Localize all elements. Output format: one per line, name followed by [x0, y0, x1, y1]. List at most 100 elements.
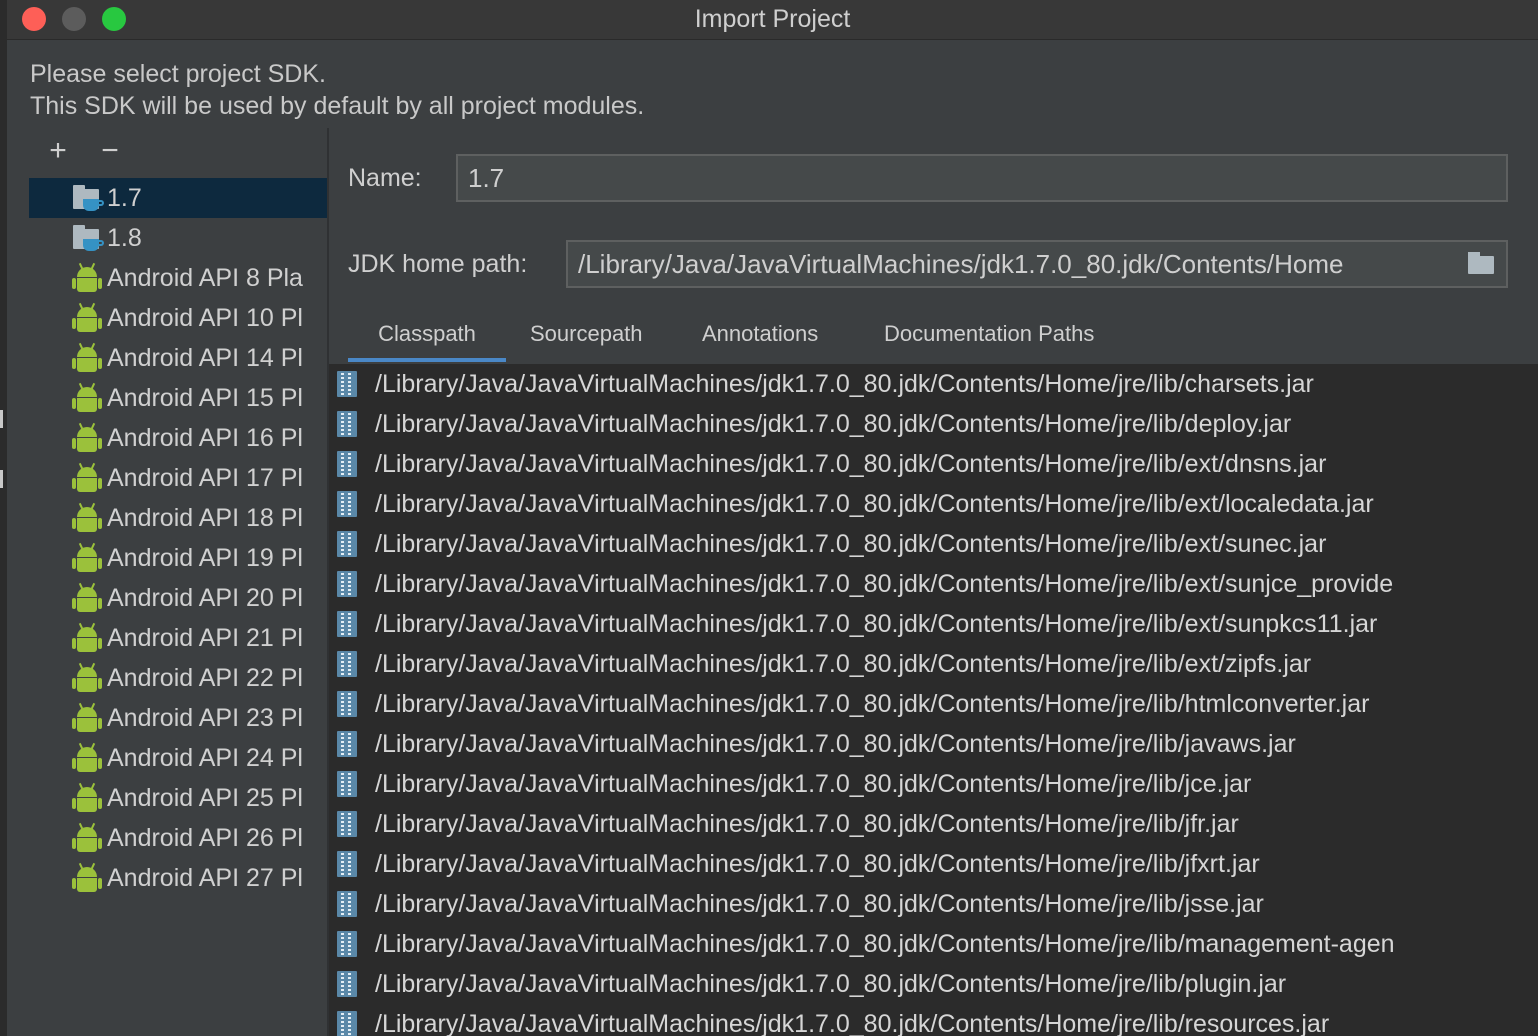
classpath-path: /Library/Java/JavaVirtualMachines/jdk1.7… — [375, 369, 1314, 398]
classpath-path: /Library/Java/JavaVirtualMachines/jdk1.7… — [375, 1009, 1330, 1036]
jar-archive-icon — [337, 811, 357, 837]
classpath-row[interactable]: /Library/Java/JavaVirtualMachines/jdk1.7… — [329, 844, 1538, 884]
classpath-row[interactable]: /Library/Java/JavaVirtualMachines/jdk1.7… — [329, 884, 1538, 924]
sdk-list-item-label: 1.7 — [107, 183, 142, 212]
classpath-row[interactable]: /Library/Java/JavaVirtualMachines/jdk1.7… — [329, 524, 1538, 564]
jar-archive-icon — [337, 891, 357, 917]
jar-archive-icon — [337, 731, 357, 757]
title-bar: Import Project — [7, 0, 1538, 40]
classpath-path: /Library/Java/JavaVirtualMachines/jdk1.7… — [375, 609, 1378, 638]
sdk-list-item[interactable]: Android API 17 Pl — [29, 458, 327, 498]
classpath-path: /Library/Java/JavaVirtualMachines/jdk1.7… — [375, 409, 1292, 438]
sdk-list-item[interactable]: Android API 16 Pl — [29, 418, 327, 458]
sdk-list-item[interactable]: Android API 25 Pl — [29, 778, 327, 818]
sdk-list-item[interactable]: Android API 22 Pl — [29, 658, 327, 698]
jar-archive-icon — [337, 771, 357, 797]
classpath-row[interactable]: /Library/Java/JavaVirtualMachines/jdk1.7… — [329, 564, 1538, 604]
sdk-list-item-label: Android API 17 Pl — [107, 463, 303, 492]
jdk-folder-icon — [71, 183, 105, 213]
sdk-list-item-label: Android API 22 Pl — [107, 663, 303, 692]
sdk-list-item[interactable]: Android API 20 Pl — [29, 578, 327, 618]
classpath-row[interactable]: /Library/Java/JavaVirtualMachines/jdk1.7… — [329, 964, 1538, 1004]
classpath-path: /Library/Java/JavaVirtualMachines/jdk1.7… — [375, 969, 1287, 998]
path-tabs: Classpath Sourcepath Annotations Documen… — [348, 316, 1538, 362]
sdk-list-item[interactable]: Android API 10 Pl — [29, 298, 327, 338]
jdk-home-path-value: /Library/Java/JavaVirtualMachines/jdk1.7… — [578, 248, 1344, 279]
sdk-name-field[interactable]: 1.7 — [456, 154, 1508, 202]
android-icon — [71, 382, 105, 413]
classpath-path: /Library/Java/JavaVirtualMachines/jdk1.7… — [375, 689, 1370, 718]
classpath-row[interactable]: /Library/Java/JavaVirtualMachines/jdk1.7… — [329, 764, 1538, 804]
classpath-row[interactable]: /Library/Java/JavaVirtualMachines/jdk1.7… — [329, 644, 1538, 684]
jar-archive-icon — [337, 371, 357, 397]
sdk-list-item[interactable]: Android API 15 Pl — [29, 378, 327, 418]
classpath-row[interactable]: /Library/Java/JavaVirtualMachines/jdk1.7… — [329, 484, 1538, 524]
jar-archive-icon — [337, 1011, 357, 1036]
classpath-path: /Library/Java/JavaVirtualMachines/jdk1.7… — [375, 809, 1239, 838]
jar-archive-icon — [337, 651, 357, 677]
classpath-row[interactable]: /Library/Java/JavaVirtualMachines/jdk1.7… — [329, 684, 1538, 724]
sdk-list-item-label: Android API 27 Pl — [107, 863, 303, 892]
jdk-home-path-field[interactable]: /Library/Java/JavaVirtualMachines/jdk1.7… — [566, 240, 1508, 288]
classpath-row[interactable]: /Library/Java/JavaVirtualMachines/jdk1.7… — [329, 364, 1538, 404]
sdk-list-item[interactable]: Android API 18 Pl — [29, 498, 327, 538]
sdk-list-item-label: Android API 26 Pl — [107, 823, 303, 852]
sdk-list-item[interactable]: Android API 26 Pl — [29, 818, 327, 858]
sdk-list-item[interactable]: 1.8 — [29, 218, 327, 258]
android-icon — [71, 422, 105, 453]
classpath-row[interactable]: /Library/Java/JavaVirtualMachines/jdk1.7… — [329, 1004, 1538, 1036]
classpath-row[interactable]: /Library/Java/JavaVirtualMachines/jdk1.7… — [329, 804, 1538, 844]
classpath-row[interactable]: /Library/Java/JavaVirtualMachines/jdk1.7… — [329, 444, 1538, 484]
sdk-list-item[interactable]: 1.7 — [29, 178, 327, 218]
browse-folder-icon[interactable] — [1466, 252, 1498, 276]
jar-archive-icon — [337, 851, 357, 877]
classpath-row[interactable]: /Library/Java/JavaVirtualMachines/jdk1.7… — [329, 404, 1538, 444]
sdk-list-item-label: Android API 20 Pl — [107, 583, 303, 612]
android-icon — [71, 462, 105, 493]
android-icon — [71, 342, 105, 373]
sdk-list-item-label: 1.8 — [107, 223, 142, 252]
classpath-path: /Library/Java/JavaVirtualMachines/jdk1.7… — [375, 569, 1394, 598]
classpath-row[interactable]: /Library/Java/JavaVirtualMachines/jdk1.7… — [329, 924, 1538, 964]
android-icon — [71, 742, 105, 773]
android-icon — [71, 262, 105, 293]
sdk-list-item[interactable]: Android API 27 Pl — [29, 858, 327, 898]
android-icon — [71, 622, 105, 653]
sdk-name-value: 1.7 — [468, 162, 505, 193]
remove-sdk-button[interactable]: − — [95, 136, 125, 166]
classpath-path: /Library/Java/JavaVirtualMachines/jdk1.7… — [375, 529, 1327, 558]
sdk-list: 1.7 1.8 Android API 8 Pla Android API 10 Pl… — [29, 178, 327, 1036]
import-project-dialog: Import Project Please select project SDK… — [7, 0, 1538, 1036]
sdk-list-item-label: Android API 10 Pl — [107, 303, 303, 332]
classpath-path: /Library/Java/JavaVirtualMachines/jdk1.7… — [375, 889, 1264, 918]
classpath-list: /Library/Java/JavaVirtualMachines/jdk1.7… — [329, 364, 1538, 1036]
sdk-list-item-label: Android API 24 Pl — [107, 743, 303, 772]
jar-archive-icon — [337, 411, 357, 437]
background-marker — [0, 470, 3, 488]
tab-sourcepath[interactable]: Sourcepath — [530, 316, 643, 362]
tab-classpath[interactable]: Classpath — [348, 316, 506, 362]
name-label: Name: — [348, 164, 422, 192]
sdk-list-item[interactable]: Android API 21 Pl — [29, 618, 327, 658]
background-marker — [0, 410, 3, 428]
sdk-list-item-label: Android API 21 Pl — [107, 623, 303, 652]
sdk-list-item[interactable]: Android API 23 Pl — [29, 698, 327, 738]
sdk-list-item[interactable]: Android API 14 Pl — [29, 338, 327, 378]
classpath-row[interactable]: /Library/Java/JavaVirtualMachines/jdk1.7… — [329, 604, 1538, 644]
sdk-list-item[interactable]: Android API 19 Pl — [29, 538, 327, 578]
jdk-home-label: JDK home path: — [348, 250, 528, 278]
android-icon — [71, 822, 105, 853]
jar-archive-icon — [337, 491, 357, 517]
tab-documentation-paths[interactable]: Documentation Paths — [884, 316, 1094, 362]
intro-line-2: This SDK will be used by default by all … — [30, 92, 645, 120]
add-sdk-button[interactable]: + — [43, 136, 73, 166]
tab-annotations[interactable]: Annotations — [702, 316, 818, 362]
android-icon — [71, 662, 105, 693]
jar-archive-icon — [337, 531, 357, 557]
sdk-list-item-label: Android API 23 Pl — [107, 703, 303, 732]
android-icon — [71, 782, 105, 813]
sdk-list-item[interactable]: Android API 24 Pl — [29, 738, 327, 778]
classpath-row[interactable]: /Library/Java/JavaVirtualMachines/jdk1.7… — [329, 724, 1538, 764]
jar-archive-icon — [337, 931, 357, 957]
sdk-list-item[interactable]: Android API 8 Pla — [29, 258, 327, 298]
